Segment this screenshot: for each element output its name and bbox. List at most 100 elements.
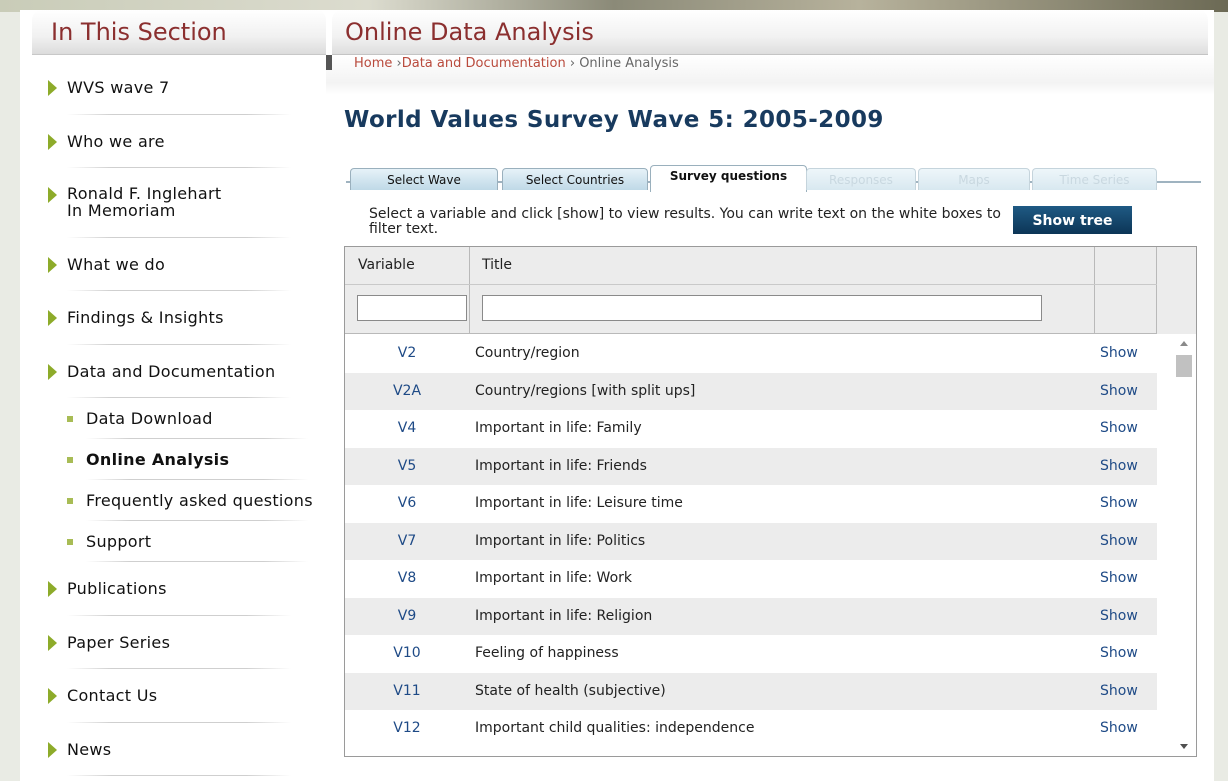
header-row-divider <box>345 284 1157 285</box>
tab-survey-questions[interactable]: Survey questions <box>650 165 807 192</box>
table-row: V12 Important child qualities: independe… <box>345 710 1157 748</box>
variable-code: V5 <box>397 457 417 474</box>
variable-filter-input[interactable] <box>357 295 467 321</box>
variable-code: V2A <box>392 382 422 399</box>
sidebar-item-what-we-do[interactable]: What we do <box>67 255 165 274</box>
show-link[interactable]: Show <box>1100 458 1138 474</box>
sidebar-item-data-documentation[interactable]: Data and Documentation <box>67 362 275 381</box>
title-filter-input[interactable] <box>482 295 1042 321</box>
tab-select-countries[interactable]: Select Countries <box>502 168 648 190</box>
table-scrollbar[interactable] <box>1175 335 1193 756</box>
divider <box>67 167 291 168</box>
sidebar: In This Section WVS wave 7 Who we are Ro… <box>20 10 326 781</box>
column-divider <box>469 247 470 334</box>
table-row: V7 Important in life: Politics Show <box>345 522 1157 560</box>
show-tree-button[interactable]: Show tree <box>1013 206 1132 234</box>
show-link[interactable]: Show <box>1100 720 1138 736</box>
tab-time-series: Time Series <box>1032 168 1157 190</box>
column-header-title[interactable]: Title <box>482 257 512 273</box>
table-row: V5 Important in life: Friends Show <box>345 447 1157 485</box>
arrow-right-icon <box>48 80 57 96</box>
bullet-square-icon <box>67 498 73 504</box>
sidebar-item-contact-us[interactable]: Contact Us <box>67 686 157 705</box>
divider <box>67 397 291 398</box>
show-link[interactable]: Show <box>1100 683 1138 699</box>
variable-title: Important in life: Family <box>475 420 642 436</box>
scroll-down-arrow-icon[interactable] <box>1180 744 1188 749</box>
variable-code: V6 <box>397 495 417 511</box>
show-link[interactable]: Show <box>1100 420 1138 436</box>
variable-title: State of health (subjective) <box>475 682 666 699</box>
main-content: Online Data Analysis Home ›Data and Docu… <box>326 10 1214 781</box>
show-link[interactable]: Show <box>1100 383 1138 399</box>
sidebar-item-wvs-wave-7[interactable]: WVS wave 7 <box>67 78 169 97</box>
variable-code: V2 <box>397 345 417 361</box>
tab-maps: Maps <box>918 168 1030 190</box>
variable-title: Important in life: Leisure time <box>475 495 683 511</box>
sidebar-item-who-we-are[interactable]: Who we are <box>67 132 165 151</box>
arrow-right-icon <box>48 364 57 380</box>
divider <box>67 722 291 723</box>
sidebar-subitem-online-analysis[interactable]: Online Analysis <box>86 450 229 469</box>
breadcrumb-current: Online Analysis <box>579 56 679 71</box>
sidebar-item-paper-series[interactable]: Paper Series <box>67 633 170 652</box>
table-row: V6 Important in life: Leisure time Show <box>345 485 1157 523</box>
divider <box>67 775 291 776</box>
variable-code: V7 <box>397 532 417 549</box>
arrow-right-icon <box>48 187 57 203</box>
breadcrumb-section-link[interactable]: Data and Documentation <box>402 56 566 71</box>
survey-questions-table: Variable Title V2 Country/region Show V2… <box>344 246 1197 757</box>
variable-title: Country/region <box>475 345 580 361</box>
column-header-variable[interactable]: Variable <box>358 257 415 273</box>
scrollbar-thumb[interactable] <box>1176 355 1192 377</box>
arrow-right-icon <box>48 581 57 597</box>
variable-title: Important in life: Religion <box>475 607 653 624</box>
sidebar-header: In This Section <box>32 10 326 55</box>
sidebar-subitem-support[interactable]: Support <box>86 532 151 551</box>
tab-responses: Responses <box>806 168 916 190</box>
sidebar-item-news[interactable]: News <box>67 740 111 759</box>
variable-code: V11 <box>393 682 421 699</box>
variable-code: V10 <box>393 645 421 661</box>
table-row: V11 State of health (subjective) Show <box>345 672 1157 710</box>
table-header: Variable Title <box>345 247 1157 334</box>
sidebar-subitem-faq[interactable]: Frequently asked questions <box>86 491 313 510</box>
arrow-right-icon <box>48 310 57 326</box>
variable-code: V8 <box>397 570 417 586</box>
breadcrumb-separator: › <box>392 56 402 71</box>
sidebar-item-publications[interactable]: Publications <box>67 579 167 598</box>
sidebar-item-findings[interactable]: Findings & Insights <box>67 308 224 327</box>
table-row: V10 Feeling of happiness Show <box>345 635 1157 673</box>
breadcrumb: Home ›Data and Documentation › Online An… <box>354 56 679 71</box>
arrow-right-icon <box>48 688 57 704</box>
variable-code: V9 <box>397 607 417 624</box>
show-link[interactable]: Show <box>1100 533 1138 549</box>
main-header: Online Data Analysis <box>332 10 1208 55</box>
scroll-up-arrow-icon[interactable] <box>1180 341 1188 346</box>
divider <box>67 668 291 669</box>
breadcrumb-home-link[interactable]: Home <box>354 56 392 71</box>
sidebar-item-inglehart[interactable]: Ronald F. Inglehart In Memoriam <box>67 185 221 219</box>
arrow-right-icon <box>48 257 57 273</box>
divider <box>86 438 308 439</box>
column-divider <box>1094 247 1095 334</box>
show-link[interactable]: Show <box>1100 570 1138 586</box>
divider <box>86 479 308 480</box>
variable-title: Important in life: Work <box>475 570 633 586</box>
table-row: V9 Important in life: Religion Show <box>345 597 1157 635</box>
sidebar-item-label-line2: In Memoriam <box>67 201 176 220</box>
section-title: Online Data Analysis <box>345 18 594 46</box>
show-link[interactable]: Show <box>1100 645 1138 661</box>
bullet-square-icon <box>67 457 73 463</box>
table-row: V2 Country/region Show <box>345 335 1157 373</box>
sidebar-subitem-data-download[interactable]: Data Download <box>86 409 213 428</box>
table-row: V2A Country/regions [with split ups] Sho… <box>345 372 1157 410</box>
divider <box>86 520 308 521</box>
show-link[interactable]: Show <box>1100 495 1138 511</box>
show-link[interactable]: Show <box>1100 345 1138 361</box>
divider <box>86 561 308 562</box>
tab-select-wave[interactable]: Select Wave <box>350 168 498 190</box>
divider <box>67 290 291 291</box>
variable-title: Important in life: Politics <box>475 532 646 549</box>
show-link[interactable]: Show <box>1100 608 1138 624</box>
